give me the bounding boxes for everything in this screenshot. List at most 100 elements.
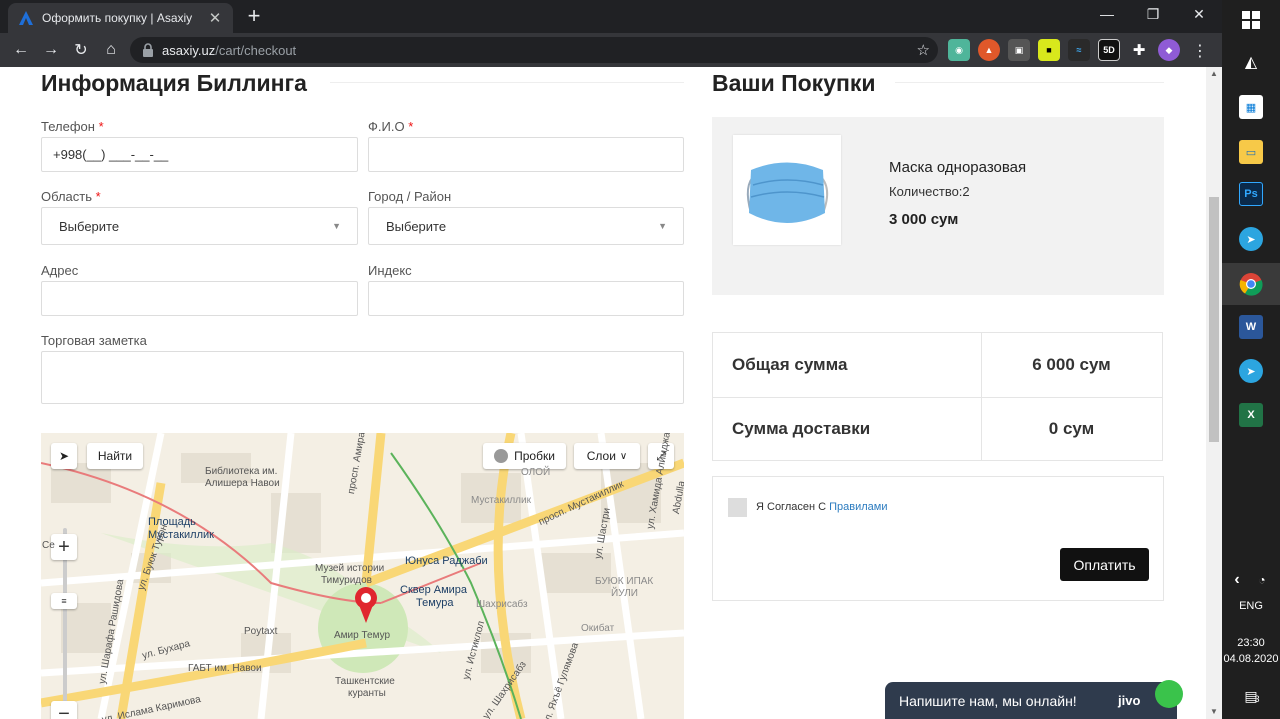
extension-cube-icon[interactable]: ▣	[1008, 39, 1030, 61]
product-price: 3 000 сум	[889, 211, 959, 228]
map-label-kolo: Се	[42, 540, 55, 551]
store-icon[interactable]: ▦	[1239, 95, 1263, 119]
back-icon[interactable]: ←	[6, 35, 36, 65]
new-tab-button[interactable]: +	[242, 3, 266, 29]
zoom-handle[interactable]: ≡	[51, 593, 77, 609]
clock-time[interactable]: 23:30	[1222, 637, 1280, 649]
chevron-up-icon[interactable]: ‹	[1227, 568, 1247, 592]
address-bar[interactable]: asaxiy.uz/cart/checkout ☆	[130, 37, 938, 63]
pay-button[interactable]: Оплатить	[1060, 548, 1149, 581]
scroll-up-icon[interactable]: ▲	[1206, 67, 1222, 81]
fio-input[interactable]	[368, 137, 684, 172]
map-layers-button[interactable]: Слои ∨	[574, 443, 640, 469]
page-scrollbar[interactable]: ▲ ▼	[1206, 67, 1222, 719]
window-controls: — ❐ ✕	[1084, 0, 1222, 28]
brave-shield-icon[interactable]: ▲	[978, 39, 1000, 61]
map-label-gabt: ГАБТ им. Навои	[188, 663, 262, 674]
close-window-icon[interactable]: ✕	[1176, 0, 1222, 28]
telegram-icon[interactable]: ➤	[1239, 359, 1263, 383]
bookmark-star-icon[interactable]: ☆	[917, 41, 930, 59]
chrome-icon[interactable]	[1239, 272, 1263, 296]
address-label: Адрес	[41, 263, 79, 278]
asaxiy-logo-icon	[19, 11, 33, 25]
geolocation-button[interactable]: ➤	[51, 443, 77, 469]
jivo-chat-text: Напишите нам, мы онлайн!	[899, 693, 1077, 709]
url-host: asaxiy.uz	[162, 42, 216, 58]
phone-label: Телефон *	[41, 119, 104, 134]
product-name: Маска одноразовая	[889, 159, 1027, 176]
delivery-row: Сумма доставки 0 сум	[713, 397, 1162, 461]
agreement-box: Я Согласен С Правилами Оплатить	[712, 476, 1164, 601]
minimize-icon[interactable]: —	[1084, 0, 1130, 28]
table-divider	[713, 397, 1162, 398]
clock-date[interactable]: 04.08.2020	[1222, 653, 1280, 665]
jivo-chat-widget[interactable]: Напишите нам, мы онлайн! jivo	[885, 680, 1183, 719]
map-traffic-button[interactable]: Пробки	[483, 443, 566, 469]
delivery-label: Сумма доставки	[732, 419, 871, 438]
map-label-square: Площадь	[148, 516, 196, 528]
required-mark: *	[98, 119, 104, 134]
address-input[interactable]	[41, 281, 358, 316]
browser-menu-icon[interactable]: ⋮	[1192, 41, 1208, 61]
file-explorer-icon[interactable]: ▭	[1239, 140, 1263, 164]
cart-title: Ваши Покупки	[712, 70, 876, 96]
map-label-poytaxt: Poytaxt	[244, 626, 278, 637]
word-icon[interactable]: W	[1239, 315, 1263, 339]
excel-icon[interactable]: X	[1239, 403, 1263, 427]
region-label-text: Область	[41, 189, 93, 204]
map-label-library2: Алишера Навои	[205, 478, 280, 489]
reload-icon[interactable]: ↻	[66, 35, 96, 65]
note-label: Торговая заметка	[41, 333, 147, 348]
home-icon[interactable]: ⌂	[96, 35, 126, 65]
index-label: Индекс	[368, 263, 412, 278]
index-input[interactable]	[368, 281, 684, 316]
wifi-icon[interactable]: ◔	[1252, 568, 1272, 592]
chevron-down-icon: ▼	[658, 221, 667, 231]
map-label-shakhrisabz: Шахрисабз	[476, 599, 528, 610]
city-value: Выберите	[386, 218, 447, 234]
chevron-down-icon: ∨	[619, 450, 628, 462]
region-select[interactable]: Выберите ▼	[41, 207, 358, 245]
city-label: Город / Район	[368, 189, 452, 204]
product-image[interactable]	[733, 135, 841, 245]
windows-start-icon[interactable]	[1239, 8, 1263, 32]
zoom-out-icon[interactable]: −	[51, 701, 77, 719]
extension-5d-icon[interactable]: 5D	[1098, 39, 1120, 61]
agree-checkbox[interactable]	[728, 498, 747, 517]
scroll-thumb[interactable]	[1209, 197, 1219, 442]
puzzle-icon[interactable]: ✚	[1128, 39, 1150, 61]
chevron-down-icon: ▼	[332, 221, 341, 231]
agree-text-prefix: Я Согласен С	[756, 501, 827, 513]
map-label-mustakillik: Мустакиллик	[471, 495, 531, 506]
extension-wave-icon[interactable]: ≈	[1068, 39, 1090, 61]
cart-item-box: Маска одноразовая Количество:2 3 000 сум	[712, 117, 1164, 295]
phone-value: +998(__) ___-__-__	[53, 147, 169, 162]
online-status-icon	[1155, 680, 1183, 708]
photoshop-icon[interactable]: Ps	[1239, 182, 1263, 206]
restore-icon[interactable]: ❐	[1130, 0, 1176, 28]
map-label-kuranty2: куранты	[348, 688, 386, 699]
forward-icon[interactable]: →	[36, 35, 66, 65]
tab-close-icon[interactable]: ✕	[207, 9, 223, 27]
product-quantity: Количество:2	[889, 184, 970, 199]
scroll-down-icon[interactable]: ▼	[1206, 705, 1222, 719]
city-select[interactable]: Выберите ▼	[368, 207, 684, 245]
search-icon[interactable]: ◭	[1239, 50, 1263, 74]
lock-icon	[143, 43, 153, 57]
rules-link[interactable]: Правилами	[829, 501, 887, 513]
map-label-yunus: Юнуса Раджаби	[405, 555, 488, 567]
phone-input[interactable]: +998(__) ___-__-__	[41, 137, 358, 172]
extension-square-icon[interactable]: ■	[1038, 39, 1060, 61]
language-indicator[interactable]: ENG	[1222, 600, 1280, 612]
fio-label-text: Ф.И.О	[368, 119, 405, 134]
map-label-kuranty: Ташкентские	[335, 676, 395, 687]
map-label-buyuk: БУЮК ИПАК	[595, 576, 654, 587]
telegram-icon[interactable]: ➤	[1239, 227, 1263, 251]
map-find-button[interactable]: Найти	[87, 443, 143, 469]
profile-avatar-icon[interactable]: ◆	[1158, 39, 1180, 61]
map-label-okibat: Окибат	[581, 623, 615, 634]
extension-icon[interactable]: ◉	[948, 39, 970, 61]
note-textarea[interactable]	[41, 351, 684, 404]
location-map[interactable]: ➤ Найти Пробки Слои ∨ ⤢ + ≡ − Библиотека …	[41, 433, 684, 719]
browser-tab[interactable]: Оформить покупку | Asaxiy ✕	[8, 3, 233, 33]
